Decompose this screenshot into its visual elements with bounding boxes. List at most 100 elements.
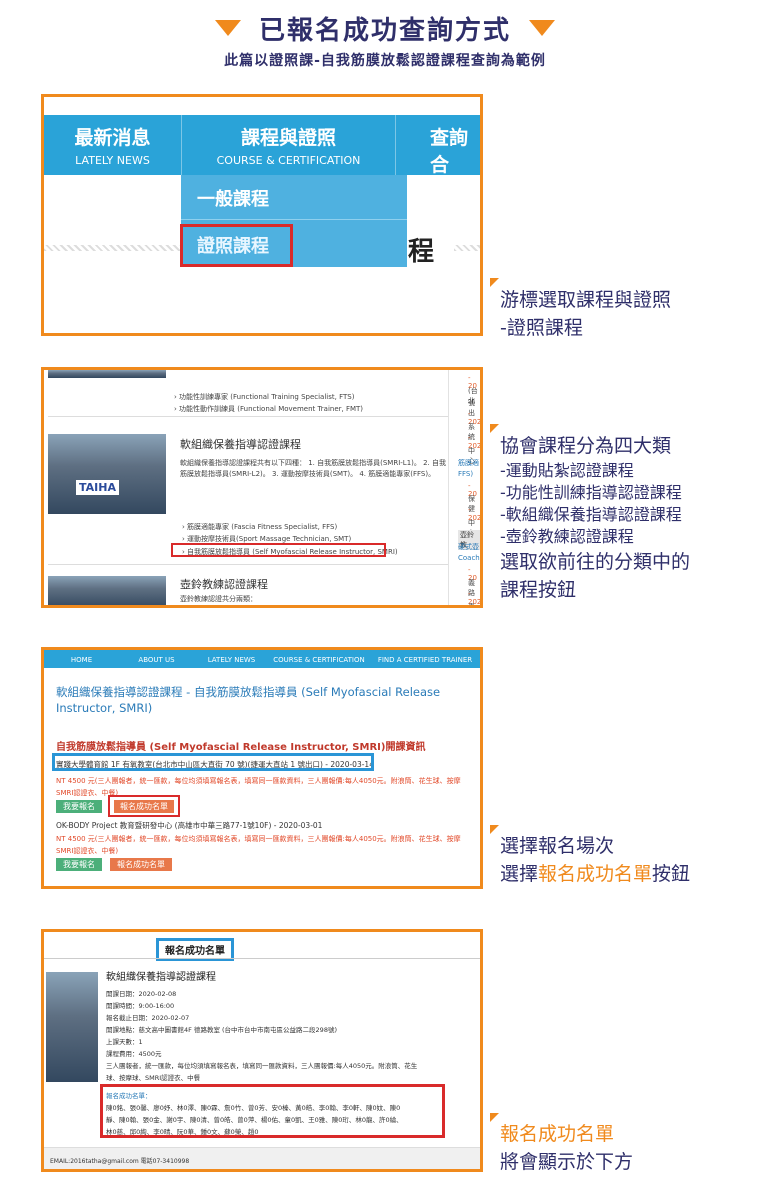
sidebar-link[interactable]: 筋膜適	[458, 458, 479, 468]
session-location: OK-BODY Project 教育暨研發中心 (高雄市中華三路77-1號10F…	[56, 821, 323, 830]
divider	[44, 958, 480, 959]
course-photo	[48, 370, 166, 378]
note-line: 選擇報名場次	[500, 835, 615, 857]
sidebar-link[interactable]: FFS)	[458, 470, 473, 478]
info-line: 課程費用：4500元	[106, 1050, 162, 1058]
screenshot-course-list: › 功能性訓練專家 (Functional Training Specialis…	[41, 367, 483, 608]
course-title: 軟組織保養指導認證課程 - 自我筋膜放鬆指導員 (Self Myofascial…	[56, 685, 441, 715]
divider	[48, 416, 448, 417]
dropdown-item-general[interactable]: 一般課程	[181, 175, 407, 219]
note-line: -壺鈴教練認證課程	[500, 527, 634, 546]
list-item[interactable]: › 功能性動作訓練員 (Functional Movement Trainer,…	[174, 404, 363, 414]
note-3: 選擇報名場次 選擇報名成功名單按鈕	[500, 832, 690, 888]
course-heading[interactable]: 軟組織保養指導認證課程	[180, 436, 301, 452]
names-line: 靜、陳0翰、張0金、謝0宇、陳0清、曾0皓、曾0萍、楊0佑、童0凱、王0雅、陳0…	[106, 1116, 403, 1124]
note-2: 協會課程分為四大類 -運動貼紮認證課程 -功能性訓練指導認證課程 -軟組織保養指…	[500, 432, 690, 604]
main-nav: HOME ABOUT US LATELY NEWS COURSE & CERTI…	[44, 650, 480, 668]
info-line: 上課天數：1	[106, 1038, 143, 1046]
note-4: 報名成功名單 將會顯示於下方	[500, 1120, 633, 1176]
list-item-label: 運動按摩技術員(Sport Massage Technician, SMT)	[187, 535, 352, 543]
nav-item-find[interactable]: FIND A CERTIFIED TRAINER	[369, 650, 480, 668]
nav-item-course[interactable]: COURSE & CERTIFICATION	[269, 650, 369, 668]
highlight-box	[108, 795, 180, 817]
corner-mark	[490, 424, 499, 433]
nav-label: ABOUT US	[138, 656, 175, 664]
note-line: 選取欲前往的分類中的	[500, 551, 691, 573]
footer: EMAIL:2016tatha@gmail.com 電話07-3410998	[44, 1147, 480, 1169]
nav-item-home[interactable]: HOME	[44, 650, 119, 668]
nav-sublabel: COURSE & CERTIFICATION	[216, 154, 361, 167]
note-text: 按鈕	[652, 863, 691, 885]
screenshot-session-list: HOME ABOUT US LATELY NEWS COURSE & CERTI…	[41, 647, 483, 889]
nav-item-news[interactable]: 最新消息 LATELY NEWS	[44, 115, 182, 175]
divider	[48, 564, 448, 565]
info-line: 三人團報者，統一匯款，每位均須填寫報名表，填寫同一匯款資料，三人團報價:每人40…	[106, 1062, 418, 1070]
note-highlight: 報名成功名單	[538, 863, 653, 885]
register-button[interactable]: 我要報名	[56, 800, 102, 813]
title-row: 已報名成功查詢方式	[0, 10, 770, 46]
nav-item-about[interactable]: ABOUT US	[119, 650, 194, 668]
nav-item-course[interactable]: 課程與證照 COURSE & CERTIFICATION	[182, 115, 396, 175]
header: 已報名成功查詢方式 此篇以證照課-自我筋膜放鬆認證課程查詢為範例	[0, 0, 770, 80]
nav-label: FIND A CERTIFIED TRAINER	[377, 656, 473, 664]
note-line: 課程按鈕	[500, 579, 577, 601]
nav-sublabel: LATELY NEWS	[75, 154, 150, 167]
session-price: NT 4500 元(三人團報者，統一匯款，每位均須填寫報名表，填寫同一匯款資料，…	[56, 835, 461, 843]
list-item-label: 筋膜適能專家 (Fascia Fitness Specialist, FFS)	[187, 523, 338, 531]
corner-mark	[490, 278, 499, 287]
nav-sublabel: FIND A CERT	[404, 181, 473, 194]
sidebar-text: 專班	[468, 603, 475, 608]
footer-text: EMAIL:2016tatha@gmail.com 電話07-3410998	[50, 1158, 190, 1165]
list-label: 報名成功名單：	[106, 1092, 152, 1100]
course-title: 軟組織保養指導認證課程	[106, 972, 216, 983]
nav-label: HOME	[70, 656, 93, 664]
highlight-box	[52, 753, 374, 771]
triangle-down-icon	[214, 20, 241, 36]
tutorial-page: 已報名成功查詢方式 此篇以證照課-自我筋膜放鬆認證課程查詢為範例 最新消息 LA…	[0, 0, 770, 1200]
course-photo	[48, 576, 166, 605]
nav-label: LATELY NEWS	[207, 656, 256, 664]
course-desc: 壺鈴教練認證共分兩類：	[180, 595, 257, 603]
behind-heading: 程	[408, 237, 435, 267]
note-line: -功能性訓練指導認證課程	[500, 483, 682, 502]
dropdown-divider	[181, 219, 407, 220]
sidebar-link[interactable]: Coach,	[458, 554, 480, 562]
sidebar-link[interactable]: 硬式壺	[458, 542, 479, 552]
nav-item-news[interactable]: LATELY NEWS	[194, 650, 269, 668]
course-photo: TAIHA	[48, 434, 166, 514]
info-line: 開課日期：2020-02-08	[106, 990, 177, 998]
info-line: 開課時間：9:00-16:00	[106, 1002, 175, 1010]
note-line: 將會顯示於下方	[500, 1151, 634, 1173]
register-button[interactable]: 我要報名	[56, 858, 102, 871]
nav-label: 查詢合	[430, 127, 469, 176]
list-item[interactable]: › 筋膜適能專家 (Fascia Fitness Specialist, FFS…	[182, 522, 337, 532]
note-line: 協會課程分為四大類	[500, 435, 672, 457]
corner-mark	[490, 825, 499, 834]
note-line: 選擇報名成功名單按鈕	[500, 860, 690, 888]
info-line: 開課地點：慈文高中圖書館4F 德路教室 (台中市台中市南屯區公益路二段298號)	[106, 1026, 337, 1034]
session-price: NT 4500 元(三人團報者，統一匯款，每位均須填寫報名表，填寫同一匯款資料，…	[56, 777, 461, 785]
names-line: 林0慈、邱0絢、李0晴、阮0華、鍾0文、蘇0榮、趙0	[106, 1128, 259, 1136]
course-heading[interactable]: 壺鈴教練認證課程	[180, 576, 268, 592]
session-price: SMRI認證衣、中餐)	[56, 847, 119, 855]
session-heading: 自我筋膜放鬆指導員 (Self Myofascial Release Instr…	[56, 742, 426, 753]
divider	[44, 245, 181, 251]
triangle-down-icon	[529, 20, 555, 36]
page-title: 已報名成功查詢方式	[258, 15, 511, 46]
note-line: -證照課程	[500, 317, 583, 339]
course-photo	[46, 972, 98, 1082]
note-line: 報名成功名單	[500, 1123, 615, 1145]
nav-label: COURSE & CERTIFICATION	[273, 656, 365, 664]
screenshot-nav-menu: 最新消息 LATELY NEWS 課程與證照 COURSE & CERTIFIC…	[41, 94, 483, 336]
list-item-label: 功能性動作訓練員 (Functional Movement Trainer, F…	[179, 405, 364, 413]
list-item-label: 功能性訓練專家 (Functional Training Specialist,…	[179, 393, 355, 401]
nav-item-find[interactable]: 查詢合 FIND A CERT	[396, 115, 480, 194]
highlight-box	[171, 543, 386, 557]
names-line: 陳0銘、張0馨、廖0妤、林0澤、陳0霖、詹0竹、曾0芳、安0榛、黃0皓、李0翰、…	[106, 1104, 401, 1112]
success-list-button[interactable]: 報名成功名單	[110, 858, 172, 871]
info-line: 球、按摩球、SMRI認證衣、中餐	[106, 1074, 201, 1082]
highlight-box	[180, 224, 293, 267]
nav-label: 最新消息	[74, 127, 151, 149]
list-item[interactable]: › 功能性訓練專家 (Functional Training Specialis…	[174, 392, 354, 402]
divider	[454, 245, 480, 251]
